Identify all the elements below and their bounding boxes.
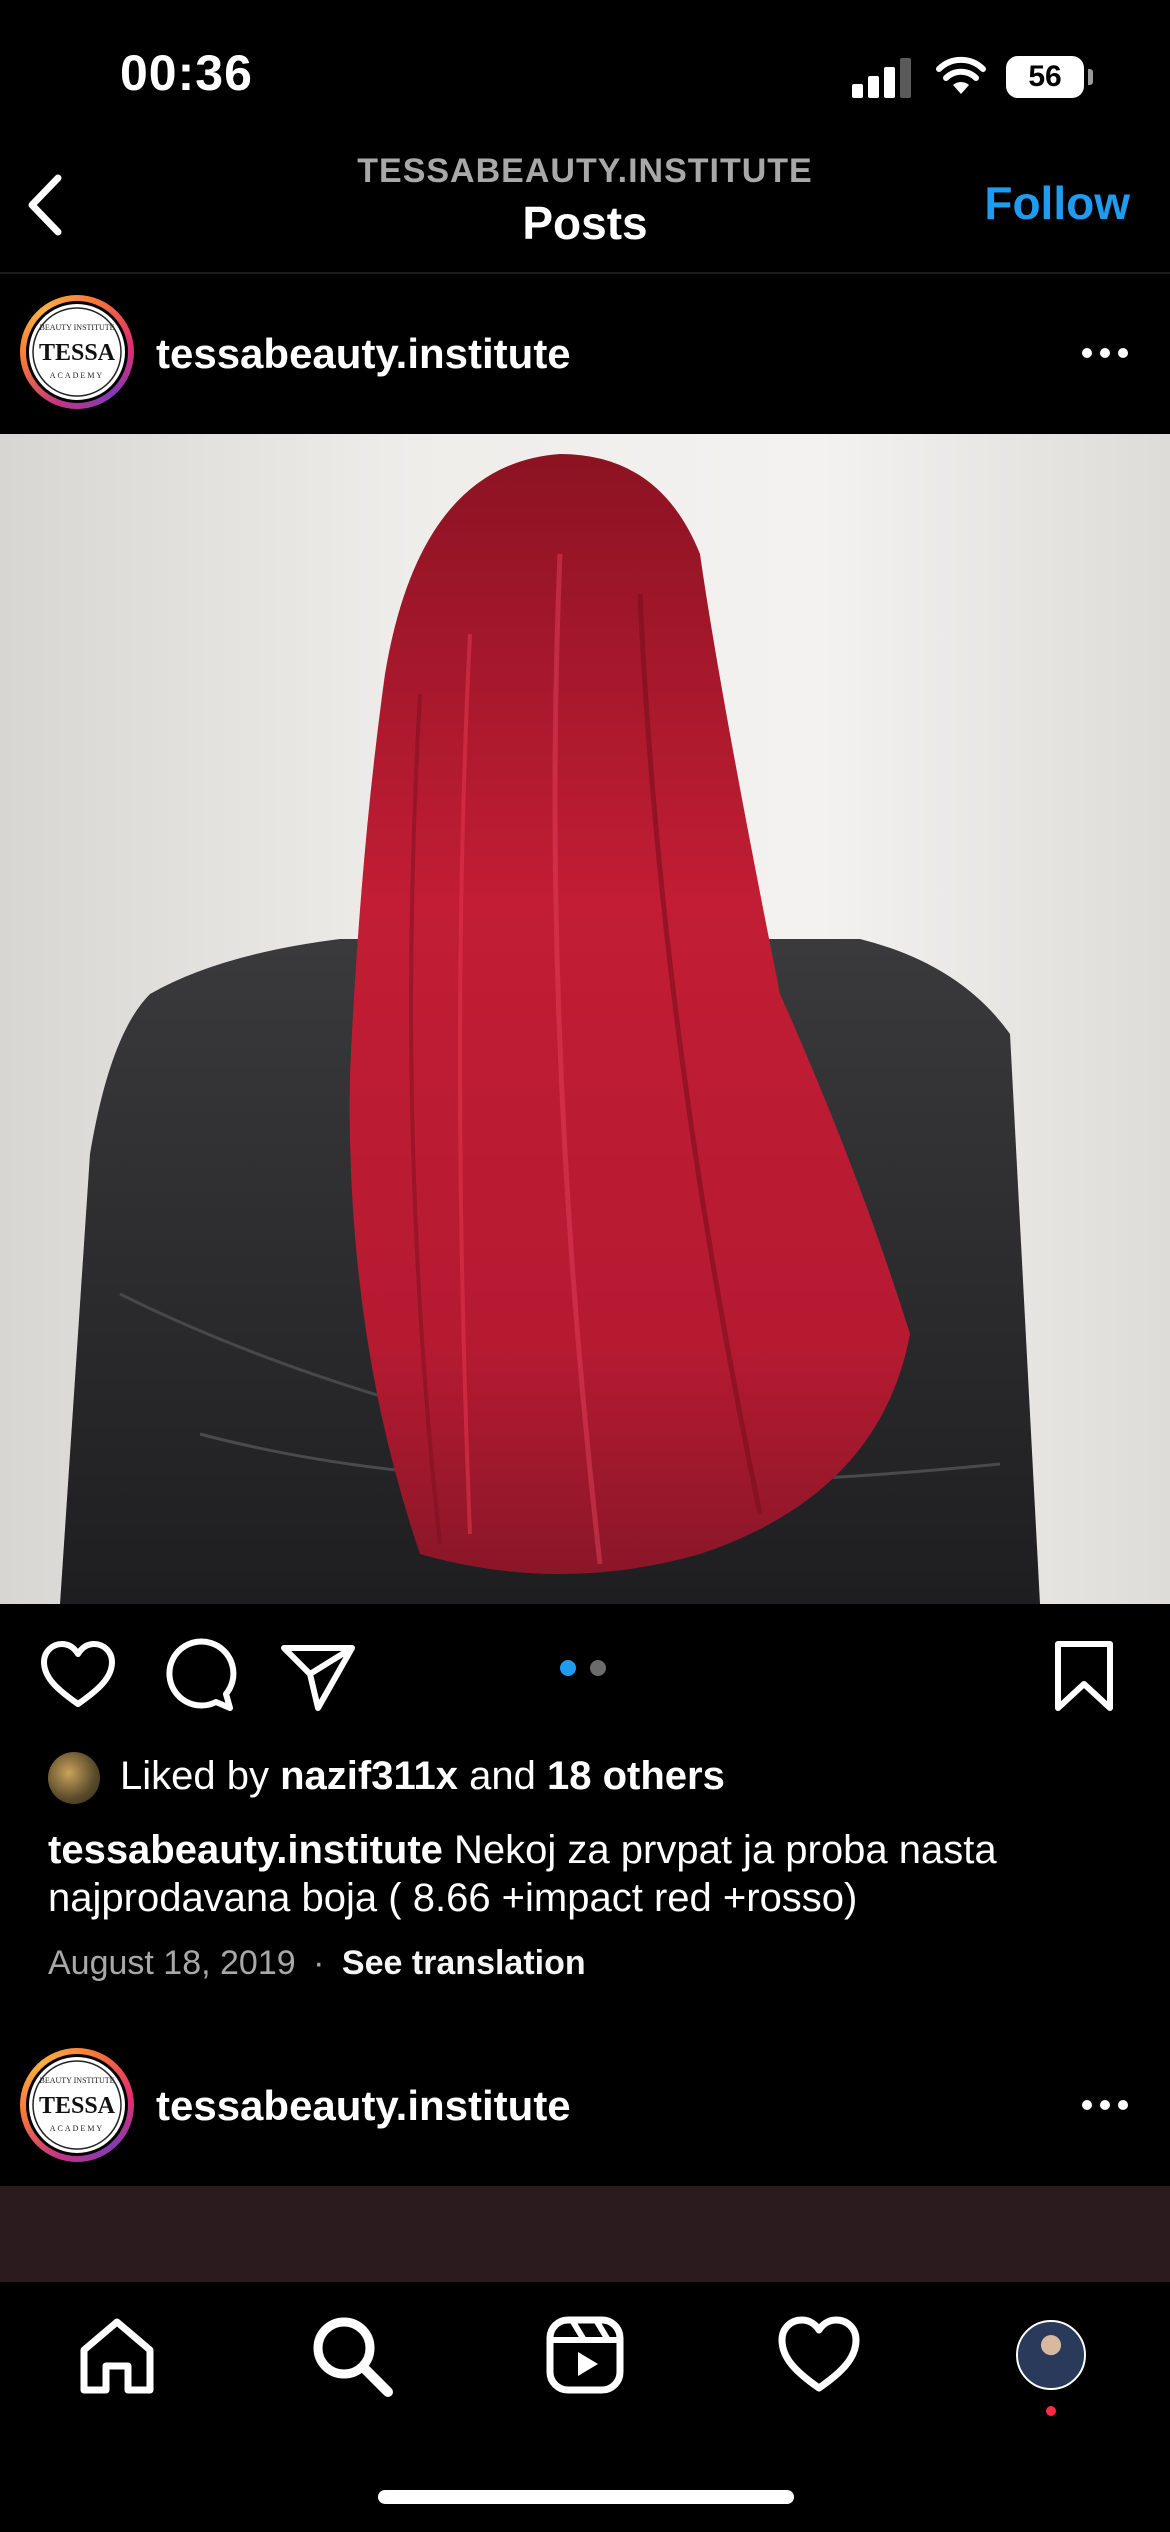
carousel-dot [590, 1660, 606, 1676]
like-button[interactable] [38, 1636, 118, 1716]
next-post-username[interactable]: tessabeauty.institute [156, 2082, 571, 2130]
post-date: August 18, 2019 [48, 1944, 296, 1982]
tab-search[interactable] [306, 2310, 396, 2400]
home-indicator [378, 2490, 794, 2504]
heart-icon [778, 2316, 860, 2392]
post-avatar[interactable]: BEAUTY INSTITUTE TESSA ACADEMY [20, 295, 134, 409]
tab-profile-avatar[interactable] [1016, 2320, 1086, 2390]
tessa-logo: BEAUTY INSTITUTE TESSA ACADEMY [32, 2060, 122, 2150]
svg-text:ACADEMY: ACADEMY [50, 2124, 104, 2133]
carousel-indicator [558, 1660, 608, 1680]
post-caption: tessabeauty.institute Nekoj za prvpat ja… [48, 1826, 1128, 1922]
meta-separator: · [313, 1944, 325, 1982]
heart-icon [41, 1641, 115, 1707]
carousel-dot [560, 1660, 576, 1676]
bookmark-icon [1055, 1641, 1113, 1711]
share-button[interactable] [278, 1636, 358, 1716]
likes-middle: and [458, 1754, 547, 1798]
likes-prefix: Liked by [120, 1754, 281, 1798]
post-photo[interactable] [0, 434, 1170, 1604]
comment-icon [166, 1638, 237, 1711]
tab-reels[interactable] [540, 2310, 630, 2400]
battery-level: 56 [1006, 56, 1084, 98]
liker-avatar [48, 1752, 100, 1804]
svg-text:TESSA: TESSA [39, 2093, 116, 2119]
send-icon [281, 1645, 355, 1711]
status-time: 00:36 [120, 45, 253, 101]
svg-text:TESSA: TESSA [39, 340, 116, 366]
tab-activity[interactable] [774, 2310, 864, 2400]
caption-username[interactable]: tessabeauty.institute [48, 1828, 443, 1872]
reels-icon [546, 2316, 624, 2394]
save-button[interactable] [1044, 1636, 1124, 1716]
post-username[interactable]: tessabeauty.institute [156, 330, 571, 378]
tab-home[interactable] [72, 2310, 162, 2400]
liker-username[interactable]: nazif311x [280, 1754, 458, 1798]
next-post-photo[interactable] [0, 2186, 1170, 2282]
wifi-icon [936, 54, 986, 98]
svg-text:BEAUTY INSTITUTE: BEAUTY INSTITUTE [39, 323, 114, 332]
more-options-icon[interactable] [1074, 342, 1134, 366]
post-meta: August 18, 2019 · See translation [48, 1944, 586, 1983]
cellular-signal-icon [852, 58, 914, 98]
svg-text:ACADEMY: ACADEMY [50, 371, 104, 380]
notification-dot [1046, 2406, 1056, 2416]
tessa-logo: BEAUTY INSTITUTE TESSA ACADEMY [32, 307, 122, 397]
home-icon [80, 2318, 154, 2394]
header-divider [0, 272, 1170, 274]
battery-icon: 56 [1006, 56, 1093, 98]
svg-text:BEAUTY INSTITUTE: BEAUTY INSTITUTE [39, 2076, 114, 2085]
likes-others[interactable]: 18 others [547, 1754, 725, 1798]
search-icon [313, 2317, 393, 2397]
see-translation-link[interactable]: See translation [342, 1944, 586, 1982]
more-options-icon[interactable] [1074, 2094, 1134, 2118]
next-post-avatar[interactable]: BEAUTY INSTITUTE TESSA ACADEMY [20, 2048, 134, 2162]
follow-button[interactable]: Follow [960, 176, 1130, 236]
comment-button[interactable] [158, 1636, 238, 1716]
